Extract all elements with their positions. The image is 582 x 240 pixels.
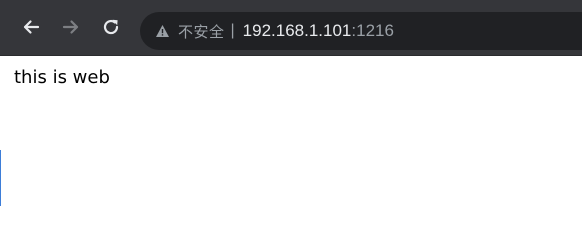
browser-toolbar: 不安全 | 192.168.1.101:1216 [0, 0, 582, 56]
reload-icon [103, 19, 119, 35]
arrow-right-icon [62, 20, 79, 34]
page-content: this is web [0, 56, 582, 213]
arrow-left-icon [23, 20, 40, 34]
back-button[interactable] [20, 16, 42, 38]
url-text[interactable]: 192.168.1.101:1216 [243, 21, 394, 41]
reload-button[interactable] [100, 16, 122, 38]
forward-button[interactable] [60, 16, 82, 38]
address-bar[interactable]: 不安全 | 192.168.1.101:1216 [140, 12, 582, 50]
warning-triangle-icon[interactable] [154, 23, 170, 39]
url-port: :1216 [351, 21, 394, 40]
browser-window: 不安全 | 192.168.1.101:1216 this is web [0, 0, 582, 213]
address-separator: | [230, 22, 235, 39]
page-body-text: this is web [14, 67, 110, 88]
security-status-label[interactable]: 不安全 [178, 21, 225, 42]
window-edge-divider [0, 150, 1, 206]
url-host: 192.168.1.101 [242, 21, 352, 40]
